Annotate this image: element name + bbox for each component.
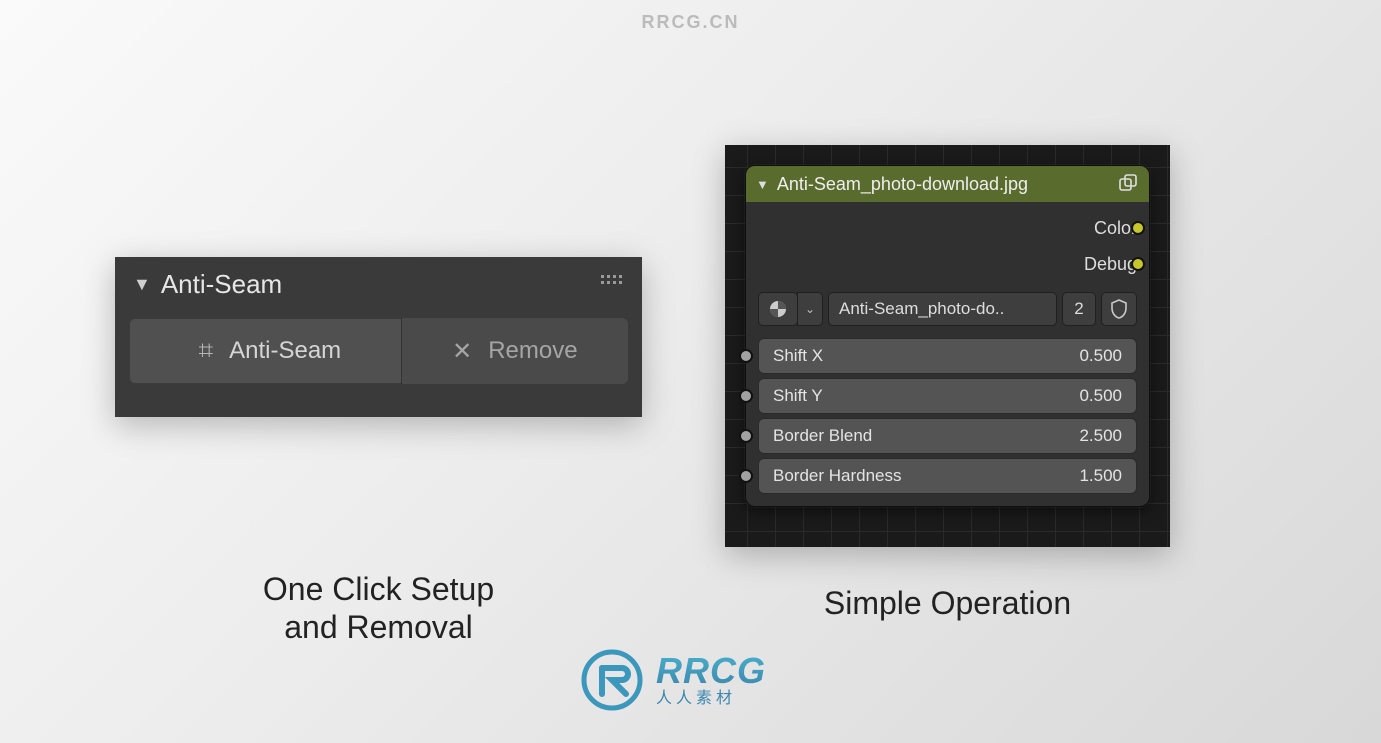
panel-title: Anti-Seam [161,269,282,300]
color-socket-icon[interactable] [1131,221,1145,235]
node-editor-background[interactable]: ▼ Anti-Seam_photo-download.jpg Color Deb… [725,145,1170,547]
value-socket-icon[interactable] [739,349,753,363]
remove-button-label: Remove [488,337,577,365]
caption-left: One Click Setup and Removal [115,570,642,647]
rrcg-tagline-text: 人人素材 [656,691,766,707]
rrcg-watermark: RRCG 人人素材 [580,648,766,712]
node-outputs: Color Debug [746,202,1149,288]
caption-left-line1: One Click Setup [115,570,642,608]
slider-value: 0.500 [1079,386,1122,406]
node-collapse-icon[interactable]: ▼ [756,177,769,192]
node-options-icon[interactable] [1117,173,1139,200]
slider-value: 0.500 [1079,346,1122,366]
node-title: Anti-Seam_photo-download.jpg [777,174,1028,195]
users-count[interactable]: 2 [1062,292,1096,326]
caption-left-line2: and Removal [115,608,642,646]
slider-label: Border Hardness [773,466,902,486]
slider-border-blend[interactable]: Border Blend 2.500 [758,418,1137,454]
button-row: ⌗ Anti-Seam ✕ Remove [129,318,628,384]
rrcg-brand-text: RRCG [656,653,766,689]
slider-border-hardness[interactable]: Border Hardness 1.500 [758,458,1137,494]
watermark-top-text: RRCG.CN [642,12,740,33]
close-icon: ✕ [452,337,472,366]
output-label: Debug [1084,254,1137,275]
fake-user-button[interactable] [1101,292,1137,326]
value-socket-icon[interactable] [739,469,753,483]
slider-value: 2.500 [1079,426,1122,446]
node-datablock-row: ⌄ Anti-Seam_photo-do.. 2 [746,288,1149,334]
panel-body: ⌗ Anti-Seam ✕ Remove [115,310,642,398]
slider-shift-x[interactable]: Shift X 0.500 [758,338,1137,374]
node-header[interactable]: ▼ Anti-Seam_photo-download.jpg [746,166,1149,202]
slider-label: Border Blend [773,426,872,446]
color-socket-icon[interactable] [1131,257,1145,271]
nodegroup-name-field[interactable]: Anti-Seam_photo-do.. [828,292,1057,326]
anti-seam-panel: ▼ Anti-Seam ⌗ Anti-Seam ✕ Remove [115,257,642,417]
value-socket-icon[interactable] [739,429,753,443]
slider-label: Shift X [773,346,823,366]
hash-icon: ⌗ [198,335,213,367]
output-debug: Debug [758,246,1137,282]
output-color: Color [758,210,1137,246]
slider-value: 1.500 [1079,466,1122,486]
caption-right: Simple Operation [725,585,1170,622]
rrcg-logo-icon [580,648,644,712]
nodegroup-browse-button[interactable] [758,292,798,326]
panel-header[interactable]: ▼ Anti-Seam [115,257,642,310]
slider-label: Shift Y [773,386,823,406]
slider-shift-y[interactable]: Shift Y 0.500 [758,378,1137,414]
chevron-down-icon[interactable]: ⌄ [797,292,823,326]
apply-button-label: Anti-Seam [229,337,341,365]
value-socket-icon[interactable] [739,389,753,403]
apply-anti-seam-button[interactable]: ⌗ Anti-Seam [129,318,402,384]
collapse-triangle-icon[interactable]: ▼ [133,274,151,295]
drag-handle-icon[interactable] [601,275,622,284]
remove-anti-seam-button[interactable]: ✕ Remove [402,318,628,384]
anti-seam-node[interactable]: ▼ Anti-Seam_photo-download.jpg Color Deb… [745,165,1150,507]
